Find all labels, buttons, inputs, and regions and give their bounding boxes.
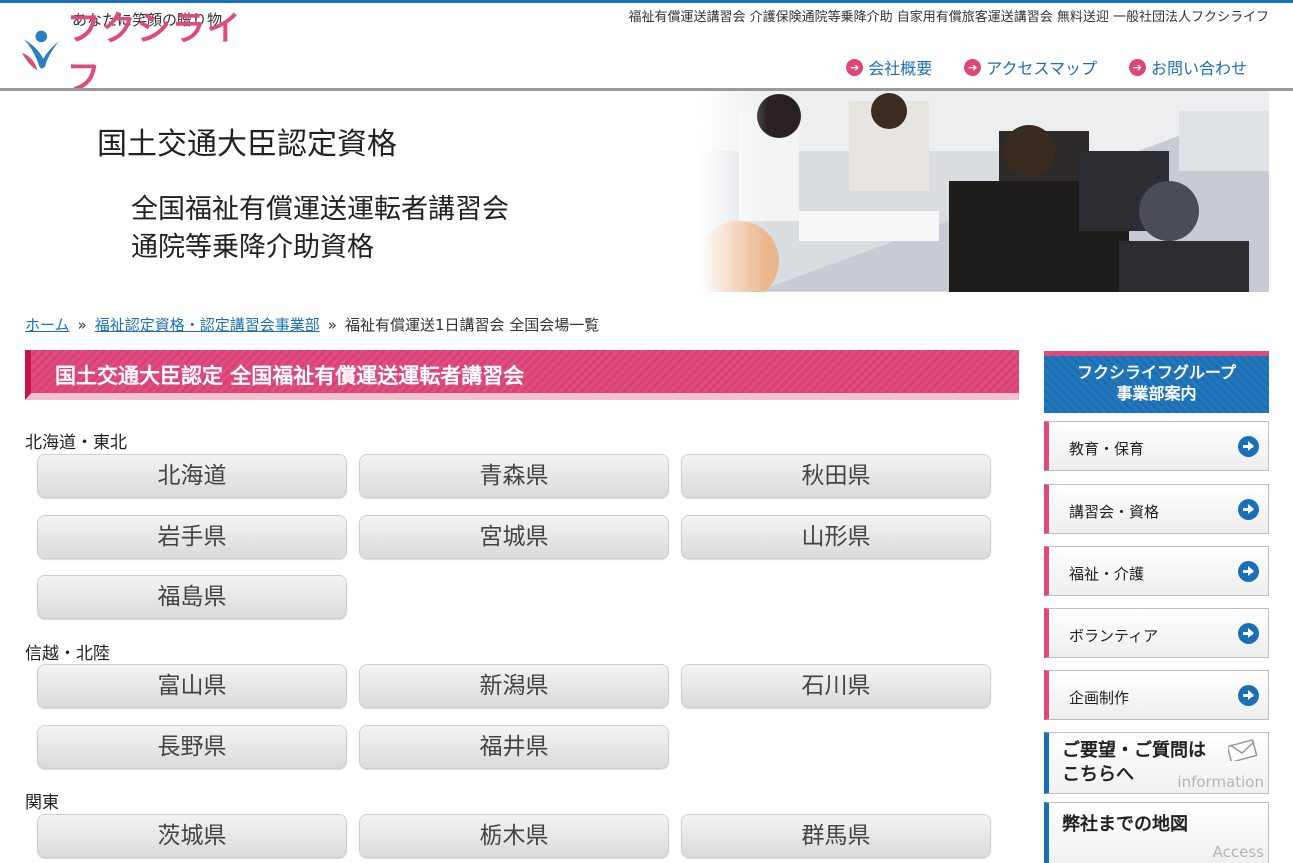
nav-access-map-label: アクセスマップ — [986, 59, 1097, 78]
nav-contact-label: お問い合わせ — [1150, 59, 1247, 78]
pref-button-fukushima[interactable]: 福島県 — [37, 575, 347, 619]
banner-title: 国土交通大臣認定資格 — [97, 127, 397, 162]
pref-button-ibaraki[interactable]: 茨城県 — [37, 814, 347, 858]
banner-subtitle-1: 全国福祉有償運送運転者講習会 — [131, 194, 509, 225]
nav-company[interactable]: ➔ 会社概要 — [846, 55, 932, 79]
logo-text: フクシライフ — [66, 9, 242, 98]
pref-button-nagano[interactable]: 長野県 — [37, 725, 347, 769]
pref-button-akita[interactable]: 秋田県 — [681, 454, 991, 498]
sidebar-item-label: 教育・保育 — [1069, 440, 1145, 458]
envelope-icon — [1228, 739, 1258, 761]
contact-line1: ご要望・ご質問は — [1062, 740, 1206, 761]
pref-button-yamagata[interactable]: 山形県 — [681, 515, 991, 559]
sidebar-item-volunteer[interactable]: ボランティア — [1044, 608, 1269, 658]
arrow-right-icon — [1238, 561, 1259, 582]
arrow-right-icon — [1238, 499, 1259, 520]
breadcrumb-section[interactable]: 福祉認定資格・認定講習会事業部 — [95, 314, 320, 335]
arrow-circle-icon: ➔ — [964, 58, 982, 76]
pref-button-fukui[interactable]: 福井県 — [359, 725, 669, 769]
arrow-right-icon — [1238, 623, 1259, 644]
pref-button-niigata[interactable]: 新潟県 — [359, 664, 669, 708]
sidebar-item-label: 講習会・資格 — [1069, 503, 1160, 521]
pref-button-toyama[interactable]: 富山県 — [37, 664, 347, 708]
arrow-circle-icon: ➔ — [846, 58, 864, 76]
arrow-right-icon — [1238, 685, 1259, 706]
sidebar-heading-line2: 事業部案内 — [1116, 384, 1197, 403]
region-label-hokkaido-tohoku: 北海道・東北 — [25, 433, 127, 453]
sidebar-heading: フクシライフグループ 事業部案内 — [1044, 351, 1269, 413]
pref-button-hokkaido[interactable]: 北海道 — [37, 454, 347, 498]
section-heading: 国土交通大臣認定 全国福祉有償運送運転者講習会 — [25, 350, 1019, 400]
hero-banner: 国土交通大臣認定資格 全国福祉有償運送運転者講習会 通院等乗降介助資格 — [19, 91, 1269, 292]
region-label-shinetsu-hokuriku: 信越・北陸 — [25, 644, 110, 664]
pref-button-aomori[interactable]: 青森県 — [359, 454, 669, 498]
breadcrumb-home[interactable]: ホーム — [25, 314, 70, 335]
contact-en-label: information — [1177, 773, 1264, 791]
logo-mark-icon — [21, 30, 59, 71]
breadcrumb: ホーム » 福祉認定資格・認定講習会事業部 » 福祉有償運送1日講習会 全国会場… — [25, 314, 599, 335]
region-label-kanto: 関東 — [25, 793, 59, 813]
pref-button-tochigi[interactable]: 栃木県 — [359, 814, 669, 858]
sidebar-access-map-box[interactable]: 弊社までの地図 Access — [1044, 802, 1269, 863]
sidebar-item-seminars[interactable]: 講習会・資格 — [1044, 484, 1269, 534]
arrow-circle-icon: ➔ — [1128, 58, 1146, 76]
site-logo[interactable]: フクシライフ — [20, 9, 270, 98]
sidebar-item-welfare[interactable]: 福祉・介護 — [1044, 546, 1269, 596]
sidebar-item-label: ボランティア — [1069, 627, 1159, 645]
pref-button-ishikawa[interactable]: 石川県 — [681, 664, 991, 708]
sidebar-contact-box[interactable]: ご要望・ご質問は こちらへ information — [1044, 732, 1269, 794]
nav-contact[interactable]: ➔ お問い合わせ — [1128, 55, 1247, 79]
arrow-right-icon — [1238, 436, 1259, 457]
nav-company-label: 会社概要 — [868, 59, 933, 78]
pref-button-gunma[interactable]: 群馬県 — [681, 814, 991, 858]
header-keywords: 福祉有償運送講習会 介護保険通院等乗降介助 自家用有償旅客運送講習会 無料送迎 … — [628, 10, 1269, 25]
nav-access-map[interactable]: ➔ アクセスマップ — [964, 55, 1097, 79]
sidebar-heading-line1: フクシライフグループ — [1076, 363, 1237, 382]
banner-subtitle-2: 通院等乗降介助資格 — [131, 232, 374, 263]
section-heading-text: 国土交通大臣認定 全国福祉有償運送運転者講習会 — [55, 364, 525, 388]
sidebar-item-label: 企画制作 — [1069, 689, 1130, 707]
sidebar-item-label: 福祉・介護 — [1069, 565, 1145, 583]
classroom-photo — [699, 91, 1269, 292]
pref-button-iwate[interactable]: 岩手県 — [37, 515, 347, 559]
global-nav: ➔ 会社概要 ➔ アクセスマップ ➔ お問い合わせ — [846, 55, 1247, 79]
access-en-label: Access — [1212, 843, 1264, 861]
sidebar-item-planning[interactable]: 企画制作 — [1044, 670, 1269, 720]
breadcrumb-separator: » — [77, 315, 87, 334]
breadcrumb-current: 福祉有償運送1日講習会 全国会場一覧 — [344, 316, 600, 334]
sidebar-item-education[interactable]: 教育・保育 — [1044, 421, 1269, 471]
access-map-label: 弊社までの地図 — [1062, 814, 1188, 835]
breadcrumb-separator: » — [327, 315, 337, 334]
pref-button-miyagi[interactable]: 宮城県 — [359, 515, 669, 559]
